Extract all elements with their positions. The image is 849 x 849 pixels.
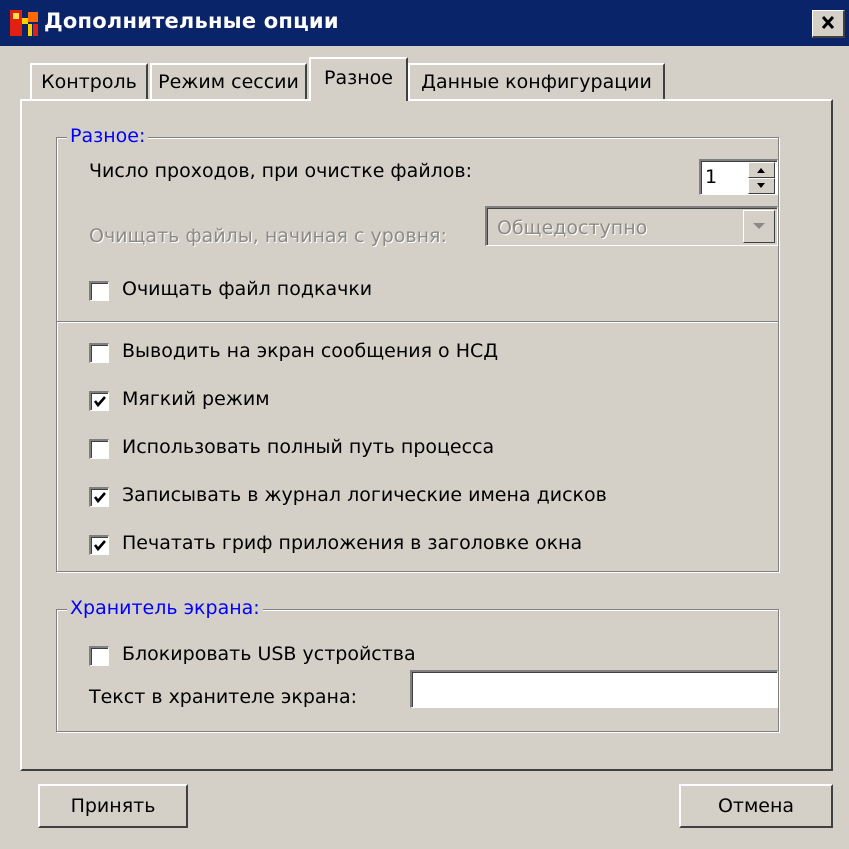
clean-level-select[interactable]: Общедоступно: [485, 206, 778, 246]
screensaver-text-input[interactable]: [410, 670, 778, 708]
cancel-button[interactable]: Отмена: [679, 784, 833, 828]
option-checkbox-full-path[interactable]: [89, 439, 109, 459]
option-checkbox-soft-mode[interactable]: [89, 391, 109, 411]
passes-value: 1: [705, 166, 718, 188]
tab-control[interactable]: Контроль: [30, 63, 148, 101]
cancel-button-label: Отмена: [717, 795, 795, 817]
tab-label: Режим сессии: [158, 71, 299, 93]
option-label-nsd: Выводить на экран сообщения о НСД: [122, 340, 499, 362]
tab-label: Данные конфигурации: [421, 71, 652, 93]
separator: [57, 321, 778, 323]
title-bar: Дополнительные опции: [0, 0, 849, 46]
swapfile-checkbox[interactable]: [89, 281, 109, 301]
dropdown-button[interactable]: [743, 210, 775, 243]
arrow-up-icon: [757, 168, 765, 173]
screensaver-text-label: Текст в хранителе экрана:: [89, 686, 357, 708]
close-button[interactable]: [812, 10, 845, 38]
tab-config-data[interactable]: Данные конфигурации: [408, 63, 665, 101]
block-usb-checkbox[interactable]: [89, 646, 109, 666]
spin-up-button[interactable]: [748, 162, 775, 178]
misc-group-legend: Разное:: [67, 125, 149, 147]
window-title: Дополнительные опции: [44, 9, 339, 33]
option-checkbox-log-disk-names[interactable]: [89, 487, 109, 507]
accept-button[interactable]: Принять: [38, 784, 188, 828]
option-label-soft-mode: Мягкий режим: [122, 388, 270, 410]
tab-session-mode[interactable]: Режим сессии: [150, 63, 307, 101]
clean-level-value: Общедоступно: [497, 217, 648, 239]
close-icon: [821, 15, 835, 30]
option-label-log-disk-names: Записывать в журнал логические имена дис…: [122, 484, 607, 506]
app-icon: [9, 8, 39, 38]
option-label-print-stamp: Печатать гриф приложения в заголовке окн…: [122, 532, 583, 554]
option-checkbox-print-stamp[interactable]: [89, 535, 109, 555]
passes-label: Число проходов, при очистке файлов:: [89, 160, 473, 182]
spin-down-button[interactable]: [748, 178, 775, 194]
checkmark-icon: [93, 396, 106, 408]
arrow-down-icon: [757, 183, 765, 188]
swapfile-label: Очищать файл подкачки: [122, 278, 373, 300]
accept-button-label: Принять: [70, 795, 156, 817]
checkmark-icon: [93, 492, 106, 504]
clean-level-label: Очищать файлы, начиная с уровня:: [89, 225, 447, 247]
option-checkbox-nsd[interactable]: [89, 343, 109, 363]
option-label-full-path: Использовать полный путь процесса: [122, 436, 495, 458]
tab-label: Разное: [324, 67, 393, 89]
passes-spinner[interactable]: 1: [699, 159, 778, 195]
checkmark-icon: [93, 540, 106, 552]
block-usb-label: Блокировать USB устройства: [122, 643, 416, 665]
screensaver-group-legend: Хранитель экрана:: [67, 597, 263, 619]
tab-label: Контроль: [41, 71, 137, 93]
tab-misc[interactable]: Разное: [309, 57, 408, 101]
chevron-down-icon: [753, 223, 765, 229]
